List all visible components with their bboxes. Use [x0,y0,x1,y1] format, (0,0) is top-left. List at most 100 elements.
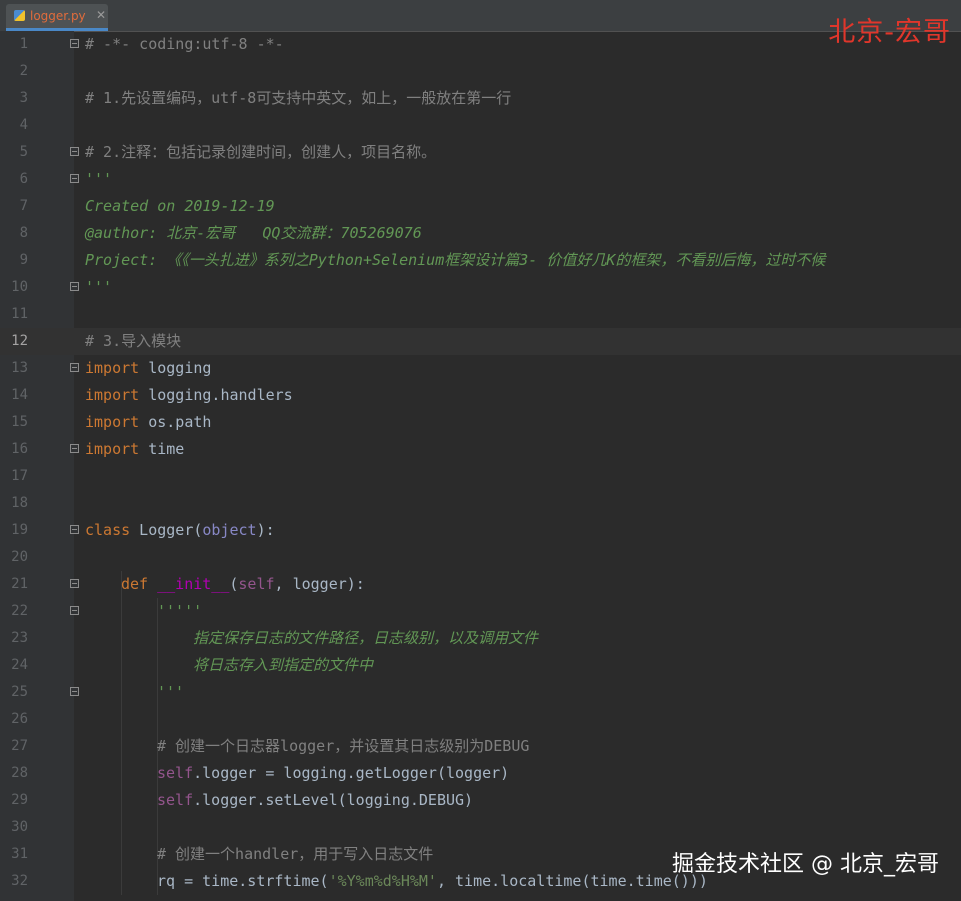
code-line[interactable]: 5 # 2.注释：包括记录创建时间，创建人，项目名称。 [0,139,961,166]
line-number: 5 [19,144,28,160]
code-token: import [85,386,140,404]
code-text: class Logger(object): [85,517,275,544]
code-text: import logging.handlers [85,382,293,409]
fold-toggle-icon[interactable] [70,444,79,453]
watermark-author: 北京-宏哥 [828,17,951,48]
code-line[interactable]: 6 ''' [0,166,961,193]
fold-toggle-icon[interactable] [70,579,79,588]
code-token: , logger): [274,575,365,593]
code-text: # 创建一个日志器logger，并设置其日志级别为DEBUG [157,733,529,760]
code-line[interactable]: 7 Created on 2019-12-19 [0,193,961,220]
code-token: # 3.导入模块 [85,332,182,350]
line-number: 18 [11,495,28,511]
code-token: ): [256,521,275,539]
code-token: ''' [157,683,185,701]
code-text: Project: 《《一头扎进》系列之Python+Selenium框架设计篇3… [85,247,825,274]
code-line[interactable]: 23 指定保存日志的文件路径，日志级别，以及调用文件 [0,625,961,652]
code-text: Created on 2019-12-19 [85,193,275,220]
code-token: time [139,440,185,458]
code-text: 指定保存日志的文件路径，日志级别，以及调用文件 [193,625,538,652]
code-token: logging.handlers [139,386,293,404]
code-line[interactable]: 27 # 创建一个日志器logger，并设置其日志级别为DEBUG [0,733,961,760]
code-text: # -*- coding:utf-8 -*- [85,31,284,58]
line-number: 12 [11,333,28,349]
fold-toggle-icon[interactable] [70,363,79,372]
code-text: @author: 北京-宏哥 QQ交流群：705269076 [85,220,422,247]
fold-toggle-icon[interactable] [70,687,79,696]
code-line[interactable]: 21 def __init__(self, logger): [0,571,961,598]
line-number: 31 [11,846,28,862]
line-number: 29 [11,792,28,808]
code-token: rq = time.strftime( [157,872,329,890]
code-token: # 创建一个日志器logger，并设置其日志级别为DEBUG [157,737,530,755]
code-text: ''' [157,679,184,706]
code-token: self [238,575,275,593]
code-line[interactable]: 28 self.logger = logging.getLogger(logger… [0,760,961,787]
code-line[interactable]: 1 # -*- coding:utf-8 -*- [0,31,961,58]
code-line[interactable]: 30 [0,814,961,841]
tab-label: logger.py [30,9,86,23]
code-line[interactable]: 18 [0,490,961,517]
code-editor[interactable]: 1 # -*- coding:utf-8 -*- 2 3 # 1.先设置编码，utf-8… [0,31,961,901]
fold-toggle-icon[interactable] [70,606,79,615]
code-token: ''' [85,170,113,188]
code-text: ''''' [157,598,202,625]
line-number: 21 [11,576,28,592]
code-line[interactable]: 19 class Logger(object): [0,517,961,544]
code-token: os.path [139,413,212,431]
code-line[interactable]: 14 import logging.handlers [0,382,961,409]
tab-logger-py[interactable]: logger.py ✕ [6,4,108,31]
code-text: 将日志存入到指定的文件中 [193,652,373,679]
code-line[interactable]: 20 [0,544,961,571]
fold-toggle-icon[interactable] [70,525,79,534]
code-line[interactable]: 2 [0,58,961,85]
fold-toggle-icon[interactable] [70,147,79,156]
code-line[interactable]: 29 self.logger.setLevel(logging.DEBUG) [0,787,961,814]
code-line[interactable]: 22 ''''' [0,598,961,625]
code-line[interactable]: 15 import os.path [0,409,961,436]
code-line[interactable]: 10 ''' [0,274,961,301]
code-line[interactable]: 4 [0,112,961,139]
code-line[interactable]: 9 Project: 《《一头扎进》系列之Python+Selenium框架设计篇… [0,247,961,274]
fold-toggle-icon[interactable] [70,39,79,48]
code-token: # 1.先设置编码，utf-8可支持中英文，如上，一般放在第一行 [85,89,512,107]
close-icon[interactable]: ✕ [96,8,106,22]
code-text: # 创建一个handler，用于写入日志文件 [157,841,433,868]
code-line[interactable]: 26 [0,706,961,733]
line-number: 2 [19,63,28,79]
code-token: Created on 2019-12-19 [85,197,275,215]
line-number: 8 [19,225,28,241]
line-number: 14 [11,387,28,403]
code-line[interactable]: 12 # 3.导入模块 [0,328,961,355]
line-number: 7 [19,198,28,214]
fold-toggle-icon[interactable] [70,174,79,183]
code-line[interactable]: 11 [0,301,961,328]
code-token: import [85,413,140,431]
code-line[interactable]: 25 ''' [0,679,961,706]
line-number: 3 [19,90,28,106]
line-number: 17 [11,468,28,484]
code-token: ''''' [157,602,203,620]
code-token: @author: 北京-宏哥 QQ交流群：705269076 [85,224,422,242]
line-number: 11 [11,306,28,322]
code-token: # -*- coding:utf-8 -*- [85,35,284,53]
code-line[interactable]: 24 将日志存入到指定的文件中 [0,652,961,679]
fold-toggle-icon[interactable] [70,282,79,291]
code-token: ''' [85,278,113,296]
line-number: 24 [11,657,28,673]
code-line[interactable]: 3 # 1.先设置编码，utf-8可支持中英文，如上，一般放在第一行 [0,85,961,112]
code-line[interactable]: 13 import logging [0,355,961,382]
code-text: import time [85,436,184,463]
code-token: .logger.setLevel(logging.DEBUG) [193,791,474,809]
code-line[interactable]: 16 import time [0,436,961,463]
code-text: self.logger = logging.getLogger(logger) [157,760,509,787]
code-line[interactable]: 8 @author: 北京-宏哥 QQ交流群：705269076 [0,220,961,247]
line-number: 27 [11,738,28,754]
code-token: 将日志存入到指定的文件中 [193,656,374,674]
code-token: object [202,521,257,539]
code-line[interactable]: 17 [0,463,961,490]
code-text: ''' [85,274,112,301]
code-token: import [85,359,140,377]
code-token: import [85,440,140,458]
code-text: rq = time.strftime('%Y%m%d%H%M', time.lo… [157,868,708,895]
